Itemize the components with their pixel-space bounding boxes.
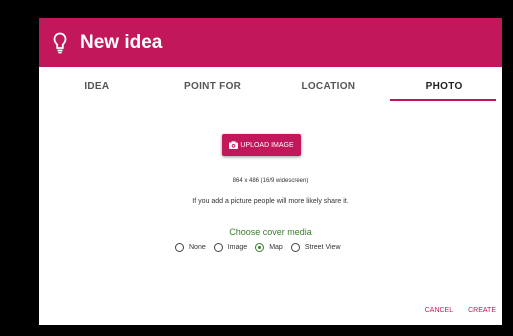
radio-label: Map <box>269 244 283 251</box>
dialog-title: New idea <box>80 31 163 53</box>
camera-icon <box>229 141 239 149</box>
share-hint-text: If you add a picture people will more li… <box>192 198 349 205</box>
cover-media-title: Choose cover media <box>229 227 312 237</box>
radio-label: Image <box>227 244 248 251</box>
radio-map[interactable]: Map <box>255 243 283 252</box>
new-idea-dialog: New idea IDEA POINT FOR LOCATION PHOTO U… <box>39 18 502 325</box>
lightbulb-icon <box>53 32 67 53</box>
tab-label: LOCATION <box>301 80 356 92</box>
tab-point-for[interactable]: POINT FOR <box>155 67 271 105</box>
dialog-actions: CANCEL CREATE <box>425 307 496 314</box>
tab-label: IDEA <box>84 80 110 92</box>
dialog-header: New idea <box>39 18 502 67</box>
tab-label: PHOTO <box>425 80 463 92</box>
radio-circle[interactable] <box>290 243 300 252</box>
tab-photo[interactable]: PHOTO <box>386 67 502 105</box>
radio-image[interactable]: Image <box>213 243 248 252</box>
radio-circle[interactable] <box>213 243 223 252</box>
tab-bar: IDEA POINT FOR LOCATION PHOTO <box>39 67 502 106</box>
radio-street-view[interactable]: Street View <box>290 243 341 252</box>
cancel-button[interactable]: CANCEL <box>425 307 453 314</box>
tab-idea[interactable]: IDEA <box>39 67 155 105</box>
radio-circle[interactable] <box>175 243 184 252</box>
upload-image-button[interactable]: UPLOAD IMAGE <box>222 134 301 156</box>
tab-label: POINT FOR <box>184 80 242 92</box>
create-button[interactable]: CREATE <box>468 307 496 314</box>
radio-circle[interactable] <box>255 243 265 252</box>
radio-label: Street View <box>304 244 341 251</box>
tab-location[interactable]: LOCATION <box>271 67 387 105</box>
cover-media-options: None Image Map Street View <box>175 243 341 252</box>
radio-label: None <box>189 244 206 251</box>
radio-none[interactable]: None <box>175 243 206 252</box>
image-dimensions-text: 864 x 486 (16/9 widescreen) <box>232 178 309 184</box>
upload-image-label: UPLOAD IMAGE <box>240 141 294 149</box>
